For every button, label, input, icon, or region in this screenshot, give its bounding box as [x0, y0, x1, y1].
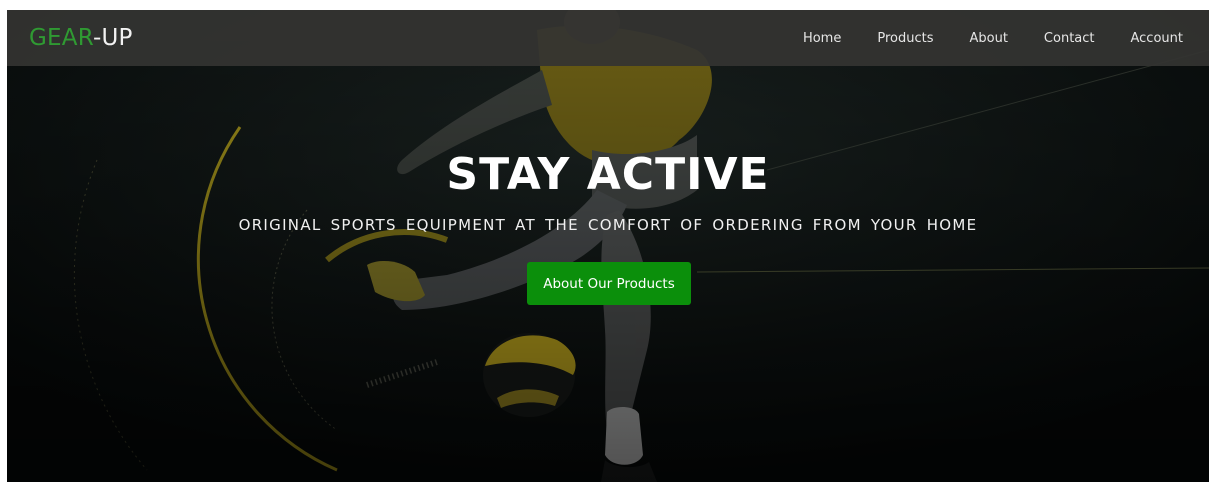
- brand-logo[interactable]: GEAR-UP: [29, 23, 133, 53]
- nav-link-contact[interactable]: Contact: [1044, 31, 1095, 46]
- brand-logo-gear: GEAR: [29, 25, 93, 51]
- landing-page: GEAR-UP Home Products About Contact Acco…: [7, 10, 1209, 482]
- hero-subtitle: ORIGINAL SPORTS EQUIPMENT AT THE COMFORT…: [238, 216, 978, 234]
- hero-section: STAY ACTIVE ORIGINAL SPORTS EQUIPMENT AT…: [7, 10, 1209, 482]
- nav-links: Home Products About Contact Account: [767, 10, 1209, 66]
- about-products-button[interactable]: About Our Products: [527, 262, 691, 305]
- nav-link-products[interactable]: Products: [877, 31, 933, 46]
- top-navbar: GEAR-UP Home Products About Contact Acco…: [7, 10, 1209, 66]
- nav-link-account[interactable]: Account: [1131, 31, 1184, 46]
- nav-link-home[interactable]: Home: [803, 31, 841, 46]
- brand-logo-up: -UP: [92, 25, 133, 51]
- hero-title: STAY ACTIVE: [446, 149, 770, 200]
- nav-link-about[interactable]: About: [969, 31, 1007, 46]
